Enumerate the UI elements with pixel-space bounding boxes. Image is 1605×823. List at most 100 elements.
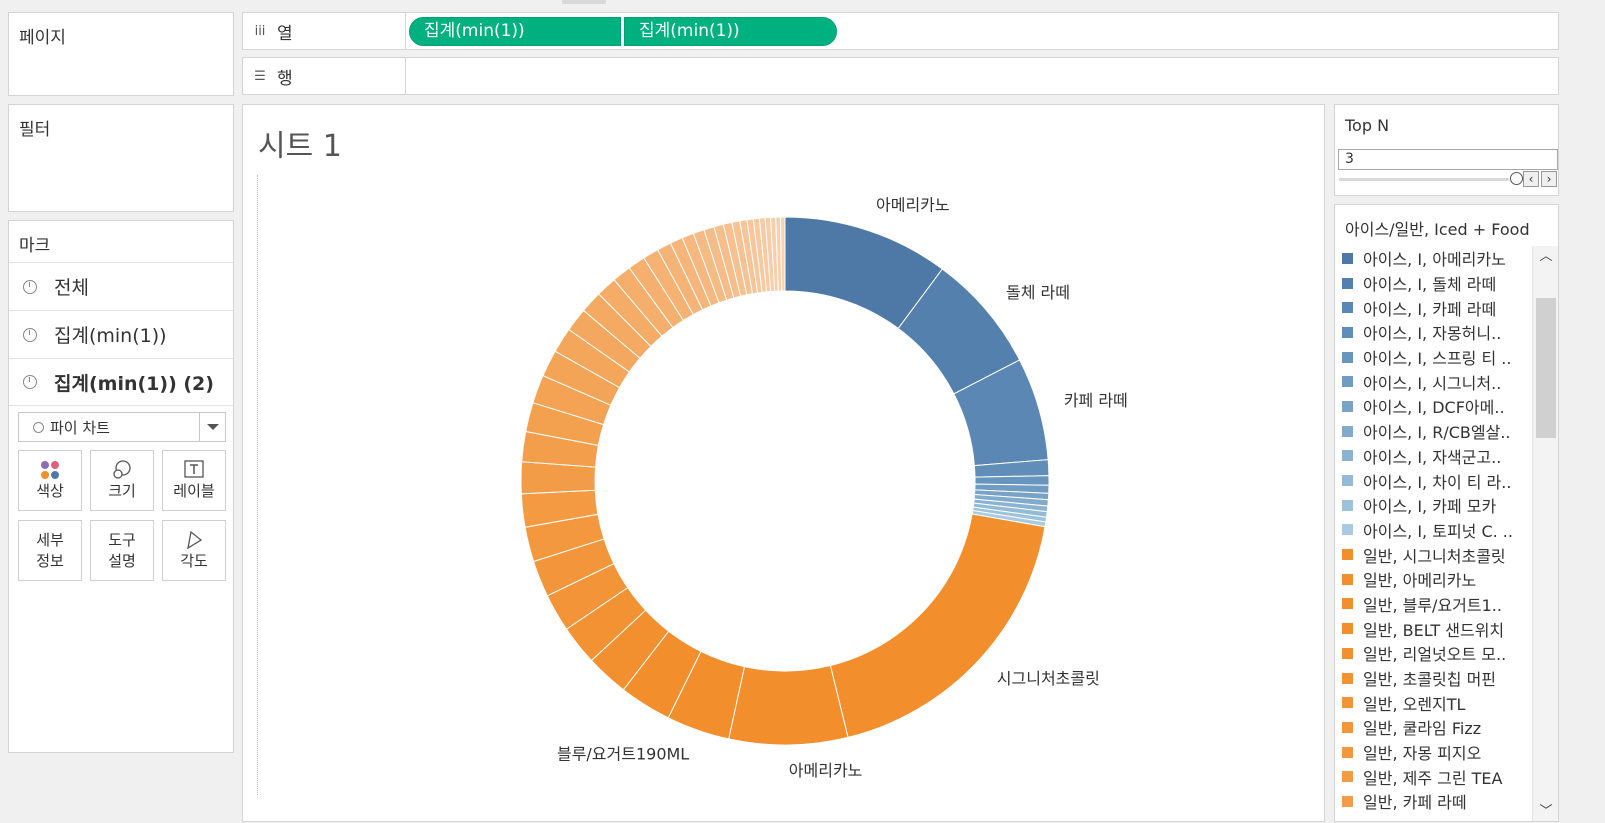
legend-item-label: 아이스, I, 자몽허니.. [1363,324,1502,344]
angle-button[interactable]: 각도 [162,520,226,581]
pages-title: 페이지 [19,28,66,48]
segment-label: 시그니처초콜릿 [997,669,1100,688]
columns-label: 열 [277,23,293,44]
legend-item[interactable]: 일반, 카페 라떼 [1335,789,1530,814]
size-button[interactable]: 크기 [90,450,154,511]
legend-item-label: 일반, 아메리카노 [1363,571,1477,591]
legend-item[interactable]: 아이스, I, 자색군고.. [1335,444,1530,469]
color-button[interactable]: 색상 [18,450,82,511]
legend-swatch [1342,351,1353,363]
legend-item[interactable]: 아이스, I, 자몽허니.. [1335,320,1530,345]
legend-swatch [1342,400,1353,412]
label-icon [184,460,204,478]
topn-slider-handle[interactable] [1510,172,1523,185]
legend-item[interactable]: 아이스, I, R/CB엘살.. [1335,419,1530,444]
sheet-view[interactable]: 시트 1 아메리카노 돌체 라떼 카페 라떼 시그니처초콜릿 아메리카노 블루/요거트19… [242,104,1325,822]
legend-item[interactable]: 일반, 아메리카노 [1335,567,1530,592]
legend-swatch [1342,697,1353,709]
legend-item[interactable]: 일반, BELT 샌드위치 [1335,616,1530,641]
segment-label: 카페 라떼 [1064,391,1128,410]
column-pill-1[interactable]: 집계(min(1)) [409,17,621,46]
chevron-down-icon[interactable] [199,413,225,441]
marks-row-all[interactable]: 전체 [9,262,233,310]
topn-input[interactable]: 3 [1338,149,1558,170]
legend-swatch [1342,524,1353,536]
detail-button[interactable]: 세부 정보 [18,520,82,581]
legend-item[interactable]: 일반, 초콜릿칩 머핀 [1335,666,1530,691]
legend-item-label: 아이스, I, R/CB엘살.. [1363,423,1511,443]
legend-item[interactable]: 일반, 자몽 피지오 [1335,740,1530,765]
rows-shelf[interactable]: ☰ 행 [242,57,1559,95]
label-button[interactable]: 레이블 [162,450,226,511]
donut-segment[interactable] [728,664,849,746]
segment-label: 아메리카노 [876,196,950,215]
legend-item[interactable]: 일반, 오렌지TL [1335,690,1530,715]
legend-item[interactable]: 아이스, I, 스프링 티 .. [1335,345,1530,370]
donut-segment[interactable] [829,513,1046,738]
chevron-left-icon[interactable]: ‹ [1523,171,1539,187]
segment-label: 아메리카노 [789,761,863,780]
pie-icon [23,279,37,294]
legend-swatch [1342,450,1353,462]
legend-item[interactable]: 아이스, I, 차이 티 라.. [1335,468,1530,493]
legend-item[interactable]: 아이스, I, 시그니처.. [1335,369,1530,394]
legend-item-label: 일반, BELT 샌드위치 [1363,620,1505,640]
legend-swatch [1342,647,1353,659]
legend-swatch [1342,326,1353,338]
legend-item-label: 아이스, I, DCF아메.. [1363,398,1505,418]
chevron-right-icon[interactable]: › [1541,171,1557,187]
donut-chart[interactable]: 아메리카노돌체 라떼카페 라떼시그니처초콜릿아메리카노블루/요거트190ML [243,105,1326,823]
legend-item[interactable]: 아이스, I, 카페 모카 [1335,493,1530,518]
columns-shelf[interactable]: iii 열 집계(min(1)) 집계(min(1)) [242,12,1559,50]
legend-item-label: 일반, 초콜릿칩 머핀 [1363,670,1497,690]
legend-swatch [1342,795,1353,807]
mark-type-dropdown[interactable]: 파이 차트 [18,412,226,442]
mark-type-value: 파이 차트 [50,418,110,437]
color-label: 색상 [36,482,64,500]
legend-swatch [1342,573,1353,585]
tooltip-button[interactable]: 도구 설명 [90,520,154,581]
chevron-down-icon[interactable]: ﹀ [1539,805,1553,819]
legend-list: 아이스, I, 아메리카노아이스, I, 돌체 라떼 아이스, I, 카페 라떼아… [1335,246,1530,814]
legend-item[interactable]: 아이스, I, 아메리카노 [1335,246,1530,271]
pie-icon [23,375,37,389]
legend-item-label: 아이스, I, 스프링 티 .. [1363,349,1512,369]
legend-item[interactable]: 아이스, I, DCF아메.. [1335,394,1530,419]
legend-item[interactable]: 일반, 리얼넛오트 모.. [1335,641,1530,666]
label-label: 레이블 [173,482,215,500]
legend-title: 아이스/일반, Iced + Food [1345,220,1530,239]
pages-shelf[interactable]: 페이지 [8,12,234,96]
marks-row-measure-2[interactable]: 집계(min(1)) (2) [9,358,233,406]
legend-item[interactable]: 일반, 쿨라임 Fizz [1335,715,1530,740]
legend-item-label: 일반, 시그니처초콜릿 [1363,546,1506,566]
legend-swatch [1342,721,1353,733]
marks-row-label: 전체 [54,277,89,299]
legend-scrollbar[interactable]: ︿ ﹀ [1532,246,1558,821]
column-pill-2[interactable]: 집계(min(1)) [624,17,837,46]
topn-slider-track[interactable] [1339,178,1509,181]
legend-item[interactable]: 일반, 제주 그린 TEA [1335,764,1530,789]
legend-item[interactable]: 아이스, I, 카페 라떼 [1335,295,1530,320]
legend-item-label: 일반, 카페 라떼 [1363,793,1467,813]
legend-item-label: 일반, 쿨라임 Fizz [1363,719,1482,739]
size-label: 크기 [108,482,136,500]
scrollbar-thumb[interactable] [1536,298,1556,438]
legend-swatch [1342,475,1353,487]
legend-swatch [1342,425,1353,437]
rows-shelf-label: ☰ 행 [243,58,406,94]
angle-label: 각도 [180,552,208,570]
chevron-up-icon[interactable]: ︿ [1539,250,1553,264]
legend-item[interactable]: 일반, 블루/요거트1.. [1335,592,1530,617]
tooltip-label: 도구 설명 [108,530,136,570]
legend-item[interactable]: 아이스, I, 돌체 라떼 [1335,271,1530,296]
legend-item[interactable]: 아이스, I, 토피넛 C. .. [1335,518,1530,543]
legend-item-label: 아이스, I, 돌체 라떼 [1363,275,1497,295]
donut-segment[interactable] [779,216,786,292]
legend-item-label: 아이스, I, 토피넛 C. .. [1363,521,1513,541]
legend-item[interactable]: 일반, 시그니처초콜릿 [1335,542,1530,567]
filters-title: 필터 [19,120,51,140]
marks-row-measure-1[interactable]: 집계(min(1)) [9,310,233,358]
legend-swatch [1342,302,1353,314]
filters-shelf[interactable]: 필터 [8,104,234,212]
legend-swatch [1342,623,1353,635]
